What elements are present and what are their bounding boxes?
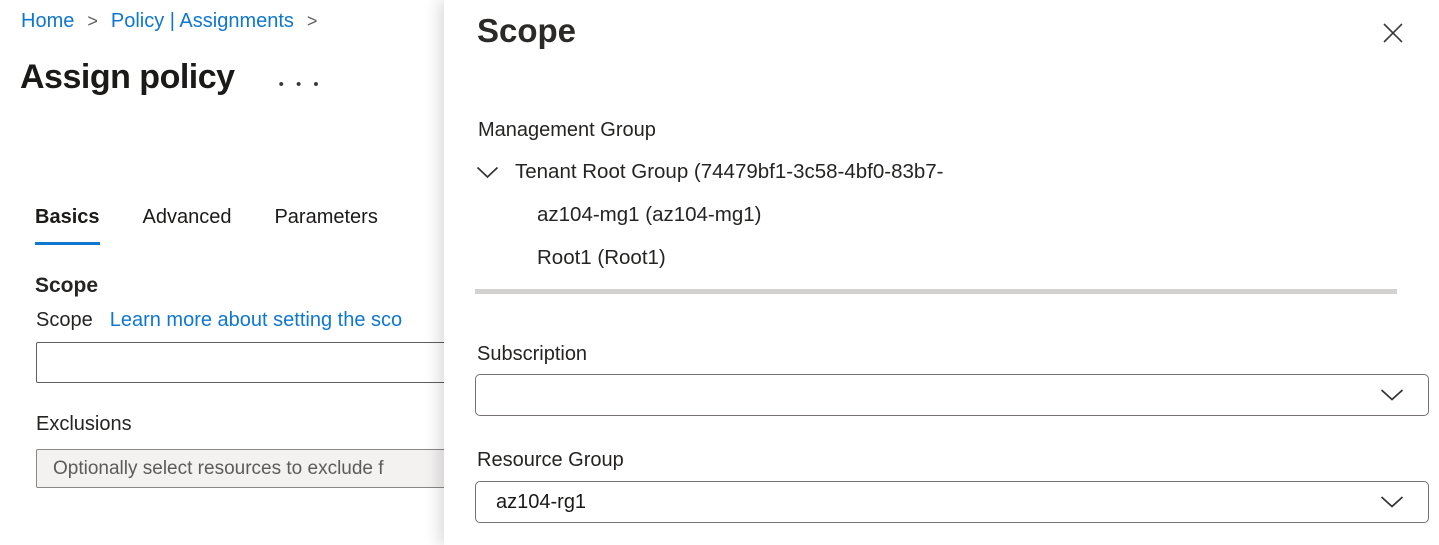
subscription-dropdown[interactable]	[475, 374, 1429, 416]
breadcrumb-link-home[interactable]: Home	[21, 10, 74, 33]
tab-parameters[interactable]: Parameters	[274, 206, 377, 245]
learn-more-link[interactable]: Learn more about setting the sco	[110, 309, 402, 332]
scope-panel: Scope Management Group Tenant Root Group…	[444, 0, 1439, 545]
scope-section-heading: Scope	[35, 274, 98, 298]
tab-bar: Basics Advanced Parameters	[35, 206, 378, 245]
breadcrumb-separator: >	[87, 11, 98, 32]
exclusions-label: Exclusions	[36, 413, 132, 436]
section-divider	[475, 289, 1397, 294]
resource-group-dropdown-value: az104-rg1	[496, 491, 586, 514]
chevron-down-icon[interactable]	[476, 166, 499, 179]
page-title: Assign policy	[20, 58, 235, 97]
tree-item-root1[interactable]: Root1 (Root1)	[444, 243, 1439, 273]
resource-group-label: Resource Group	[477, 449, 624, 472]
chevron-down-icon	[1380, 496, 1404, 509]
breadcrumb-link-policy-assignments[interactable]: Policy | Assignments	[111, 10, 294, 33]
tree-item-tenant-root-group[interactable]: Tenant Root Group (74479bf1-3c58-4bf0-83…	[444, 157, 1439, 187]
breadcrumb: Home > Policy | Assignments >	[21, 10, 330, 33]
title-row: Assign policy • • •	[20, 58, 323, 97]
more-options-button[interactable]: • • •	[279, 77, 323, 92]
tab-basics[interactable]: Basics	[35, 206, 100, 245]
chevron-down-icon	[1380, 389, 1404, 402]
resource-group-dropdown[interactable]: az104-rg1	[475, 481, 1429, 523]
management-group-label: Management Group	[478, 119, 656, 142]
scope-field-label-row: Scope Learn more about setting the sco	[36, 309, 402, 332]
tree-item-label: az104-mg1 (az104-mg1)	[537, 203, 761, 227]
scope-panel-title: Scope	[477, 12, 576, 50]
breadcrumb-separator: >	[307, 11, 318, 32]
close-icon[interactable]	[1380, 20, 1406, 46]
tab-advanced[interactable]: Advanced	[143, 206, 232, 245]
subscription-label: Subscription	[477, 343, 587, 366]
tree-item-label: Tenant Root Group (74479bf1-3c58-4bf0-83…	[515, 160, 944, 184]
tree-item-az104-mg1[interactable]: az104-mg1 (az104-mg1)	[444, 200, 1439, 230]
tree-item-label: Root1 (Root1)	[537, 246, 666, 270]
scope-field-label: Scope	[36, 309, 93, 332]
